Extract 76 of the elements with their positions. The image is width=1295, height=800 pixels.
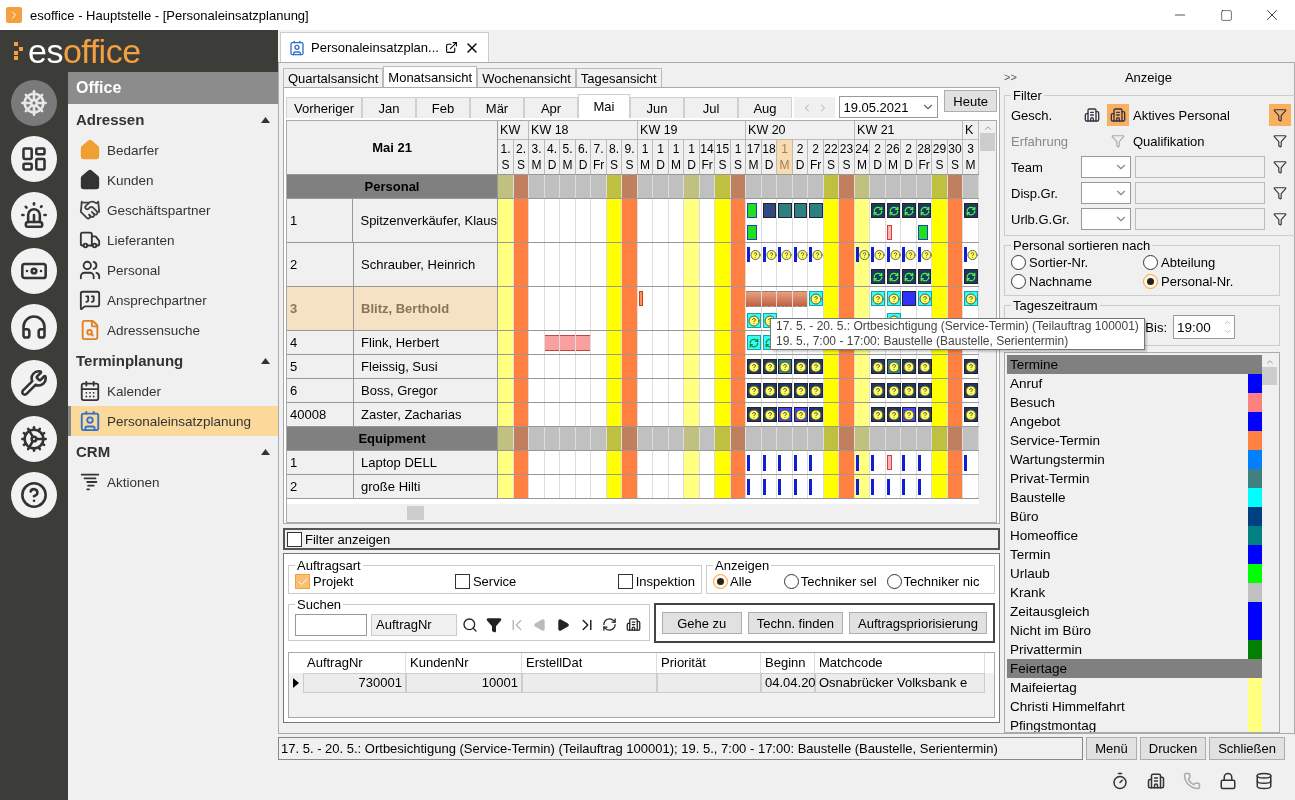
- table-cell: Osnabrücker Volksbank e: [815, 673, 985, 693]
- week-header: KW 21: [855, 121, 964, 140]
- checkbox-label: Projekt: [313, 574, 354, 589]
- row-number: 2: [287, 475, 355, 498]
- filter-label: Urlb.G.Gr.: [1011, 211, 1071, 227]
- row-number: 3: [287, 287, 355, 330]
- legend-label: Privat-Termin: [1009, 470, 1091, 488]
- group-title: Terminplanung: [76, 352, 184, 369]
- legend-label: Termin: [1009, 546, 1052, 564]
- row-number: 6: [287, 379, 355, 402]
- table-cell: 10001: [406, 673, 522, 693]
- filter-label: Erfahrung: [1011, 133, 1070, 149]
- week-header: KW 19: [638, 121, 747, 140]
- week-header: KW 20: [746, 121, 856, 140]
- radio-label: Alle: [730, 574, 752, 589]
- time-label: Bis:: [1145, 319, 1167, 335]
- filter-value: Qualifikation: [1133, 133, 1206, 149]
- legend-section: Feiertage: [1007, 659, 1262, 678]
- section-header: Equipment: [287, 427, 499, 450]
- filter-value: Aktives Personal: [1133, 107, 1231, 123]
- legend-section: Termine: [1007, 355, 1262, 374]
- filter-label: Team: [1011, 159, 1044, 175]
- panel-title: Anzeige: [1123, 69, 1173, 85]
- appointment-tooltip: 17. 5. - 20. 5.: Ortbesichtigung (Service-Termin) (Teilauftrag 100001) 19. 5., 7:00 - 17:00: Baustelle (Baustelle, Serientermin): [770, 318, 1145, 350]
- checkbox-label: Service: [472, 574, 517, 589]
- section-header: Personal: [287, 175, 499, 198]
- window-title: esoffice - Hauptstelle - [Personaleinsatzplanung]: [30, 7, 310, 23]
- legend-label: Christi Himmelfahrt: [1009, 698, 1126, 716]
- legend-label: Urlaub: [1009, 565, 1051, 583]
- radio-label: Techniker nic: [903, 574, 980, 589]
- sidebar-title: Office: [68, 72, 278, 104]
- group-title: Adressen: [76, 111, 145, 128]
- filter-label: Gesch.: [1011, 107, 1054, 123]
- legend-label: Service-Termin: [1009, 432, 1102, 450]
- group-title: Suchen: [296, 597, 343, 612]
- week-header: K: [963, 121, 980, 140]
- legend-label: Angebot: [1009, 413, 1062, 431]
- legend-label: Zeitausgleich: [1009, 603, 1091, 621]
- radio-label: Nachname: [1029, 274, 1092, 289]
- checkbox-label: Inspektion: [635, 574, 695, 589]
- row-number: 4: [287, 331, 355, 354]
- row-number: 1: [287, 199, 354, 242]
- legend-label: Besuch: [1009, 394, 1057, 412]
- radio-label: Techniker sel: [800, 574, 877, 589]
- group-title: CRM: [76, 443, 111, 460]
- legend-label: Homeoffice: [1009, 527, 1080, 545]
- week-header: KW 18: [529, 121, 639, 140]
- group-title: Tageszeitraum: [1012, 298, 1099, 313]
- legend-label: Wartungstermin: [1009, 451, 1106, 469]
- legend-label: Anruf: [1009, 375, 1044, 393]
- table-cell: 04.04.20: [761, 673, 815, 693]
- group-title: Filter: [1012, 88, 1043, 103]
- radio-label: Abteilung: [1161, 255, 1216, 270]
- legend-label: Krank: [1009, 584, 1047, 602]
- group-title: Anzeigen: [714, 559, 771, 573]
- week-header: KW: [498, 121, 530, 140]
- logo: esoffice: [0, 30, 278, 72]
- row-number: 2: [287, 243, 355, 286]
- legend-label: Maifeiertag: [1009, 679, 1078, 697]
- row-number: 1: [287, 451, 355, 474]
- row-number: 40008: [287, 403, 355, 426]
- status-text: 17. 5. - 20. 5.: Ortbesichtigung (Service-Termin) (Teilauftrag 100001); 19. 5., 7:00 - 17:00: Baustelle (Baustelle, Serientermin): [278, 736, 1084, 760]
- month-title: Mai 21: [287, 121, 499, 174]
- legend-label: Baustelle: [1009, 489, 1067, 507]
- legend-label: Pfingstmontag: [1009, 717, 1098, 732]
- table-cell: 730001: [303, 673, 406, 693]
- group-title: Personal sortieren nach: [1012, 238, 1152, 253]
- legend-label: Nicht im Büro: [1009, 622, 1093, 640]
- legend-label: Privattermin: [1009, 641, 1083, 659]
- filter-label: Disp.Gr.: [1011, 185, 1059, 201]
- radio-label: Sortier-Nr.: [1029, 255, 1089, 270]
- row-number: 5: [287, 355, 355, 378]
- checkbox-label: Filter anzeigen: [305, 531, 391, 547]
- radio-label: Personal-Nr.: [1161, 274, 1234, 289]
- group-title: Auftragsart: [296, 558, 362, 573]
- legend-label: Büro: [1009, 508, 1040, 526]
